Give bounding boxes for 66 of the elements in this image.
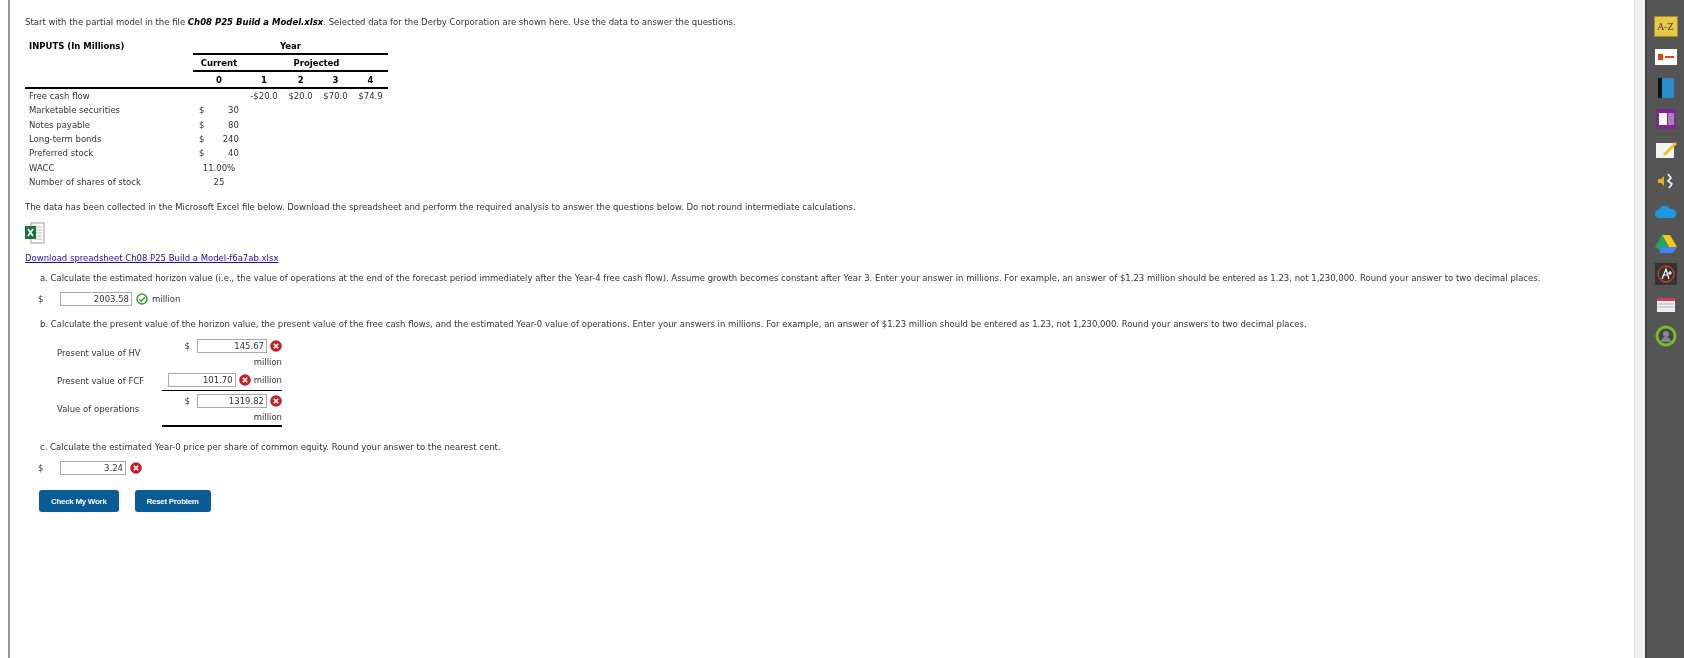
row-label: Present value of HV (57, 348, 142, 359)
currency-sign: $ (184, 396, 190, 407)
data-note-text: The data has been collected in the Microsoft Excel file below. Download the spreadsheet and perform the required analysis to answer the questions below. Do not round intermediate calculations. (25, 201, 857, 214)
scrollbar[interactable] (1634, 0, 1645, 658)
row-label: WACC (28, 161, 56, 175)
row-label: Preferred stock (28, 147, 95, 161)
unit-label: million (152, 294, 181, 305)
unit-label: million (253, 375, 282, 386)
table-cell: 240 (222, 134, 239, 145)
grade-icon[interactable] (1654, 263, 1677, 285)
currency-sign: $ (198, 105, 205, 116)
column-header: 0 (193, 71, 245, 88)
currency-sign: $ (198, 148, 205, 159)
row-label: Number of shares of stock (28, 175, 142, 189)
question-text: c. Calculate the estimated Year-0 price per share of common equity. Round your answer to the nearest cent. (40, 441, 502, 454)
row-label: Present value of FCF (57, 375, 146, 386)
currency-sign: $ (38, 294, 45, 305)
table-cell: 80 (228, 119, 239, 130)
unit-label: million (253, 357, 282, 368)
instructions-text: Start with the partial model in the file Ch08 P25 Build a Model.xlsx. Selected data for the Derby Corporation are shown here. Use the data to answer the questions. (25, 16, 737, 28)
office-icon[interactable] (1654, 49, 1677, 65)
question-text: a. Calculate the estimated horizon value (i.e., the value of operations at the end of the forecast period immediately after the Year-4 free cash flow). Assume growth becomes constant after Year 3. Enter your answer in millions. For example, an answer of $1.23 million should be entered as 1.23, not 1,230,000. Round your answer to two decimal places. (40, 272, 1542, 285)
notebook-icon[interactable] (1655, 109, 1676, 129)
dictionary-button[interactable]: A-Z (1653, 16, 1678, 37)
download-link[interactable]: Download spreadsheet Ch08 P25 Build a Model-f6a7ab.xlsx (25, 253, 1634, 264)
currency-sign: $ (198, 119, 205, 130)
unit-label: million (253, 412, 282, 423)
question-text: b. Calculate the present value of the horizon value, the present value of the free cash flows, and the estimated Year-0 value of operations. Enter your answers in millions. For example, an answer of $1.23 million should be entered as 1.23, not 1,230,000. Round your answers to two decimal places. (40, 318, 1308, 331)
column-header: 1 (244, 71, 284, 88)
index-cards-icon[interactable] (1655, 297, 1676, 313)
table-cell: 11.00% (202, 162, 236, 173)
row-label: Long-term bonds (28, 133, 103, 147)
answer-field[interactable]: 145.67 (197, 339, 267, 354)
table-cell: 30 (228, 105, 239, 116)
column-header: Current (193, 54, 245, 71)
speaker-icon[interactable] (1655, 171, 1676, 191)
reset-button[interactable]: Reset Problem (134, 490, 211, 513)
answer-field[interactable]: 3.24 (60, 461, 126, 476)
column-header: Projected (244, 54, 388, 71)
answer-field[interactable]: 1319.82 (197, 394, 267, 409)
column-header: Year (193, 38, 388, 54)
currency-sign: $ (38, 463, 45, 474)
row-label: Marketable securities (28, 104, 122, 118)
table-title: INPUTS (In Millions) (25, 38, 193, 54)
drive-icon[interactable] (1654, 233, 1677, 253)
table-cell: $20.0 (288, 91, 313, 102)
notepad-icon[interactable] (1654, 140, 1677, 160)
column-header: 2 (283, 71, 319, 88)
table-cell: 40 (228, 148, 239, 159)
row-label: Value of operations (57, 404, 141, 415)
currency-sign: $ (198, 134, 205, 145)
currency-sign: $ (184, 341, 190, 352)
row-label: Free cash flow (25, 88, 193, 104)
check-work-button[interactable]: Check My Work (39, 490, 119, 513)
answer-field[interactable]: 101.70 (167, 373, 236, 388)
table-cell: 25 (213, 176, 225, 187)
row-label: Notes payable (28, 118, 92, 132)
profile-icon[interactable] (1654, 325, 1677, 347)
table-cell: -$20.0 (250, 91, 278, 102)
table-cell: $74.9 (358, 91, 383, 102)
spreadsheet-file-icon (25, 222, 45, 245)
column-header: 3 (318, 71, 353, 88)
table-cell: $70.0 (323, 91, 348, 102)
answer-field[interactable]: 2003.58 (60, 292, 132, 307)
column-header: 4 (353, 71, 388, 88)
book-icon[interactable] (1656, 77, 1675, 99)
